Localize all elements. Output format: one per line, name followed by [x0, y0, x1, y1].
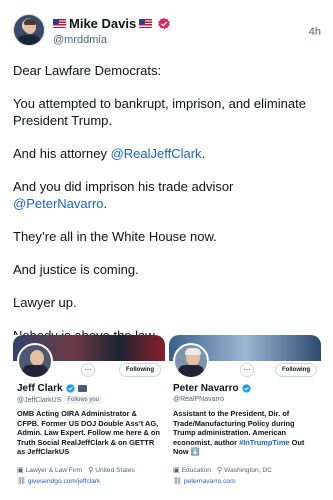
post-paragraph: And justice is coming.: [13, 262, 139, 277]
post-header: Mike Davis @mrddmia 4h: [13, 14, 321, 50]
post-paragraph: You attempted to bankrupt, imprison, and…: [13, 96, 306, 128]
profile-card-peter-navarro[interactable]: ··· Following Peter Navarro @RealPNavarr…: [169, 335, 321, 495]
location-text: United States: [95, 466, 135, 474]
profile-location: ⚲ Washington, DC: [216, 466, 272, 475]
us-flag-icon: [139, 19, 153, 28]
profile-avatar[interactable]: [17, 343, 53, 379]
link-icon: ⛓: [173, 478, 182, 485]
verified-badge-icon: [241, 384, 251, 393]
profile-name[interactable]: Peter Navarro: [173, 383, 251, 394]
profile-meta: ▣ Lawyer & Law Firm ⚲ United States: [17, 466, 163, 475]
profile-card-jeff-clark[interactable]: ··· Following Jeff Clark @JeffClarkUS Fo…: [13, 335, 165, 495]
profile-website-link[interactable]: ⛓ givesendgo.com/jeffclark: [17, 477, 100, 486]
paragraph-text: .: [103, 196, 108, 211]
briefcase-icon: ▣: [173, 467, 180, 474]
profile-meta: ▣ Education ⚲ Washington, DC: [173, 466, 319, 475]
verified-badge-icon: [157, 17, 171, 31]
post-paragraph: They’re all in the White House now.: [13, 229, 217, 244]
author-avatar[interactable]: [13, 14, 45, 46]
location-text: Washington, DC: [224, 466, 272, 474]
profile-category: ▣ Lawyer & Law Firm: [17, 466, 83, 475]
profile-handle[interactable]: @RealPNavarro: [173, 396, 224, 403]
briefcase-icon: ▣: [17, 467, 24, 474]
location-pin-icon: ⚲: [88, 467, 94, 474]
profile-category: ▣ Education: [173, 466, 211, 475]
profile-website-link[interactable]: ⛓ peternavarro.com: [173, 477, 236, 486]
profile-bio: OMB Acting OIRA Administrator & CFPB. Fo…: [17, 409, 160, 457]
profile-cards: ··· Following Jeff Clark @JeffClarkUS Fo…: [13, 335, 321, 495]
profile-name-text: Jeff Clark: [17, 383, 63, 394]
post-paragraph: And you did imprison his trade advisor @…: [13, 178, 319, 212]
profile-location: ⚲ United States: [88, 466, 135, 475]
paragraph-text: .: [201, 146, 206, 161]
post-paragraph: And his attorney @RealJeffClark.: [13, 145, 319, 162]
profile-name[interactable]: Jeff Clark: [17, 383, 87, 394]
profile-bio: Assistant to the President, Dir. of Trad…: [173, 409, 317, 457]
profile-avatar[interactable]: [173, 343, 209, 379]
follows-you-badge: Follows you: [64, 396, 103, 404]
post-paragraph: Lawyer up.: [13, 295, 77, 310]
post-paragraph: Dear Lawfare Democrats:: [13, 63, 162, 78]
more-options-button[interactable]: ···: [240, 363, 254, 377]
author-name-row[interactable]: Mike Davis: [53, 16, 171, 31]
mention-link-peternavarro[interactable]: @PeterNavarro: [13, 196, 104, 211]
author-handle[interactable]: @mrddmia: [53, 34, 107, 46]
following-button[interactable]: Following: [275, 363, 317, 377]
website-text[interactable]: peternavarro.com: [184, 478, 236, 485]
category-text: Lawyer & Law Firm: [25, 466, 83, 474]
verified-badge-icon: [65, 384, 75, 393]
post-body: Dear Lawfare Democrats: You attempted to…: [13, 62, 319, 360]
profile-handle-row: @JeffClarkUS Follows you: [17, 396, 103, 404]
post-timestamp[interactable]: 4h: [309, 26, 321, 38]
website-text[interactable]: givesendgo.com/jeffclark: [28, 478, 100, 485]
more-options-button[interactable]: ···: [81, 363, 95, 377]
us-flag-icon: [53, 19, 66, 28]
paragraph-text: And his attorney: [13, 146, 111, 161]
following-button[interactable]: Following: [119, 363, 161, 377]
affiliation-badge-icon: [77, 385, 87, 392]
hashtag-link[interactable]: #InTrumpTime: [239, 438, 289, 447]
profile-name-text: Peter Navarro: [173, 383, 239, 394]
link-icon: ⛓: [17, 478, 26, 485]
author-name[interactable]: Mike Davis: [69, 16, 136, 31]
category-text: Education: [181, 466, 211, 474]
profile-handle-row: @RealPNavarro: [173, 396, 224, 403]
profile-handle[interactable]: @JeffClarkUS: [17, 397, 61, 404]
mention-link-realjeffclark[interactable]: @RealJeffClark: [111, 146, 202, 161]
location-pin-icon: ⚲: [216, 467, 223, 474]
paragraph-text: And you did imprison his trade advisor: [13, 179, 234, 194]
